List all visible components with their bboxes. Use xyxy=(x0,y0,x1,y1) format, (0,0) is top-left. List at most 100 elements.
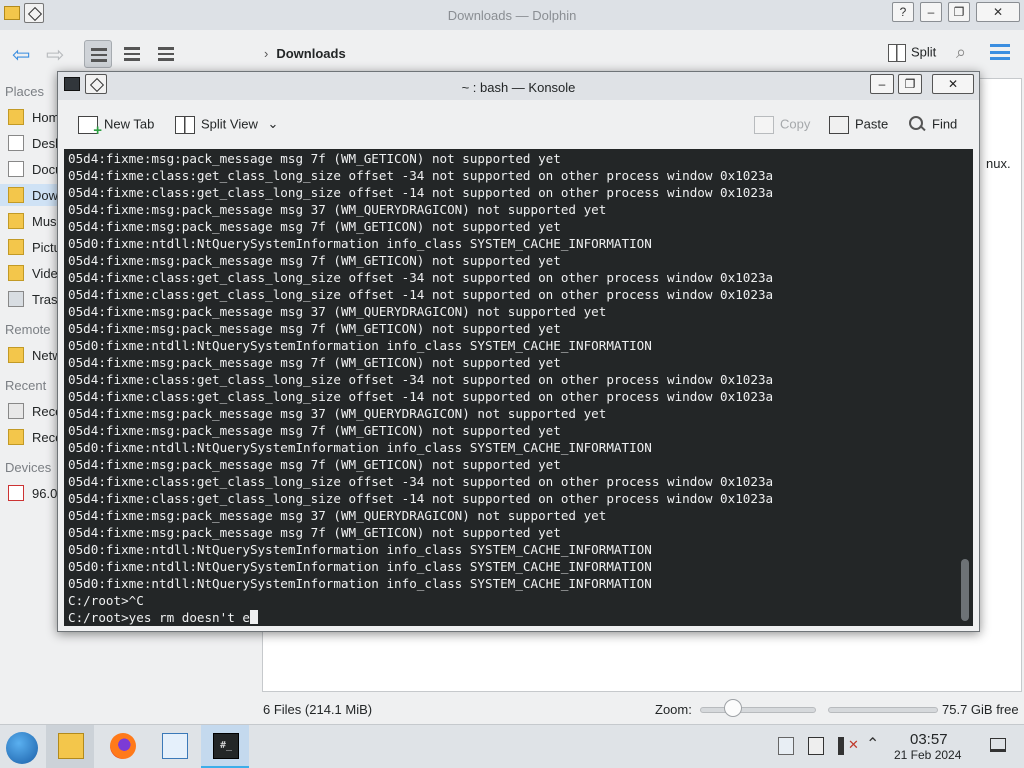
notes-icon[interactable] xyxy=(808,737,824,755)
terminal-line: 05d4:fixme:msg:pack_message msg 7f (WM_G… xyxy=(68,355,561,370)
terminal-line: 05d0:fixme:ntdll:NtQuerySystemInformatio… xyxy=(68,338,652,353)
terminal-scrollbar[interactable] xyxy=(960,153,970,623)
split-view-button[interactable]: Split View ⌄ xyxy=(175,116,278,134)
konsole-window-title: ~ : bash — Konsole xyxy=(461,80,576,95)
new-tab-icon xyxy=(78,116,102,139)
details-view-button[interactable] xyxy=(152,40,180,68)
terminal-prompt-text: C:/root>yes rm doesn't e xyxy=(68,610,250,625)
recent-locations-icon xyxy=(8,429,24,445)
minimize-button[interactable]: – xyxy=(920,2,942,22)
terminal-line: 05d4:fixme:msg:pack_message msg 7f (WM_G… xyxy=(68,457,561,472)
terminal-line: 05d4:fixme:class:get_class_long_size off… xyxy=(68,389,774,404)
places-item-documents[interactable]: Docu xyxy=(0,158,62,180)
split-label: Split xyxy=(911,44,937,60)
terminal-line: 05d4:fixme:class:get_class_long_size off… xyxy=(68,491,774,506)
file-view-text: nux. xyxy=(986,156,1011,171)
taskbar-konsole[interactable]: #_ xyxy=(201,725,249,768)
terminal-output[interactable]: 05d4:fixme:msg:pack_message msg 7f (WM_G… xyxy=(64,149,973,626)
places-item-music[interactable]: Musi xyxy=(0,210,60,232)
status-text: 6 Files (214.1 MiB) xyxy=(263,702,373,717)
close-button[interactable]: ✕ xyxy=(976,2,1020,22)
recent-header: Recent xyxy=(5,378,47,393)
terminal-cursor xyxy=(249,610,258,624)
clock-date[interactable]: 21 Feb 2024 xyxy=(894,748,961,762)
minimize-button[interactable]: – xyxy=(870,74,894,94)
terminal-line: 05d4:fixme:msg:pack_message msg 37 (WM_Q… xyxy=(68,508,607,523)
show-desktop-icon[interactable] xyxy=(990,738,1006,752)
terminal-line: 05d0:fixme:ntdll:NtQuerySystemInformatio… xyxy=(68,440,652,455)
places-item-videos[interactable]: Vide xyxy=(0,262,60,284)
dolphin-window-title: Downloads — Dolphin xyxy=(447,8,577,23)
terminal-line: 05d4:fixme:class:get_class_long_size off… xyxy=(68,270,774,285)
new-tab-button[interactable]: New Tab xyxy=(78,116,154,139)
terminal-prompt-line: C:/root>yes rm doesn't e xyxy=(68,609,948,626)
remote-header: Remote xyxy=(5,322,51,337)
breadcrumb-downloads[interactable]: Downloads xyxy=(276,46,345,61)
terminal-line: 05d4:fixme:class:get_class_long_size off… xyxy=(68,185,774,200)
places-item-pictures[interactable]: Pictu xyxy=(0,236,61,258)
terminal-line: 05d4:fixme:class:get_class_long_size off… xyxy=(68,474,774,489)
places-item-home[interactable]: Hom xyxy=(0,106,60,128)
downloads-folder-icon xyxy=(8,187,24,203)
terminal-lines: 05d4:fixme:msg:pack_message msg 7f (WM_G… xyxy=(68,150,948,626)
close-button[interactable]: ✕ xyxy=(932,74,974,94)
places-panel: Places Hom Desk Docu Dow Musi Pictu Vide… xyxy=(0,78,62,718)
terminal-line: 05d4:fixme:msg:pack_message msg 37 (WM_Q… xyxy=(68,202,607,217)
split-view-icon xyxy=(175,116,195,134)
taskbar-system-settings[interactable] xyxy=(150,725,198,768)
places-item-network[interactable]: Netw xyxy=(0,344,62,366)
search-icon xyxy=(908,116,926,134)
chevron-up-icon[interactable]: ⌃ xyxy=(866,737,882,755)
terminal-line: 05d4:fixme:class:get_class_long_size off… xyxy=(68,287,774,302)
icons-view-button[interactable] xyxy=(84,40,112,68)
back-arrow-icon[interactable]: ⇦ xyxy=(12,42,30,68)
search-icon[interactable]: ⌕ xyxy=(956,42,966,63)
terminal-line: 05d4:fixme:msg:pack_message msg 37 (WM_Q… xyxy=(68,406,607,421)
paste-button[interactable]: Paste xyxy=(829,116,888,134)
places-item-recent-locations[interactable]: Rece xyxy=(0,426,62,448)
application-launcher-button[interactable] xyxy=(6,732,38,764)
places-item-downloads[interactable]: Dow xyxy=(0,184,60,206)
home-folder-icon xyxy=(8,109,24,125)
konsole-toolbar: New Tab Split View ⌄ Copy Paste Find xyxy=(58,102,979,148)
hamburger-menu-icon[interactable] xyxy=(990,44,1010,60)
settings-icon xyxy=(162,733,188,759)
breadcrumb[interactable]: › Downloads xyxy=(264,46,346,61)
terminal-line: 05d4:fixme:class:get_class_long_size off… xyxy=(68,168,774,183)
maximize-button[interactable]: ❐ xyxy=(898,74,922,94)
zoom-slider[interactable] xyxy=(700,707,816,713)
volume-muted-icon[interactable]: ✕ xyxy=(838,737,859,755)
free-space-bar xyxy=(828,707,938,713)
copy-icon xyxy=(754,116,774,134)
taskbar-firefox[interactable] xyxy=(98,725,146,768)
split-button[interactable]: Split xyxy=(888,44,936,62)
recent-files-icon xyxy=(8,403,24,419)
forward-arrow-icon[interactable]: ⇨ xyxy=(46,42,64,68)
dolphin-toolbar: ⇦ ⇨ › Downloads Split ⌕ xyxy=(0,32,1024,76)
dolphin-titlebar[interactable]: Downloads — Dolphin ? – ❐ ✕ xyxy=(0,0,1024,30)
documents-icon xyxy=(8,161,24,177)
terminal-line: 05d0:fixme:ntdll:NtQuerySystemInformatio… xyxy=(68,559,652,574)
free-space-text: 75.7 GiB free xyxy=(942,702,1019,717)
places-item-device[interactable]: 96.0 xyxy=(0,482,60,504)
clock-time[interactable]: 03:57 xyxy=(910,731,948,748)
compact-view-button[interactable] xyxy=(118,40,146,68)
places-item-recent-files[interactable]: Rece xyxy=(0,400,62,422)
help-button[interactable]: ? xyxy=(892,2,914,22)
terminal-line: 05d4:fixme:msg:pack_message msg 7f (WM_G… xyxy=(68,321,561,336)
terminal-line: 05d4:fixme:msg:pack_message msg 37 (WM_Q… xyxy=(68,304,607,319)
terminal-scrollbar-thumb[interactable] xyxy=(961,559,969,621)
find-button[interactable]: Find xyxy=(908,116,957,134)
copy-button[interactable]: Copy xyxy=(754,116,810,134)
chevron-right-icon: › xyxy=(264,46,269,61)
trash-icon xyxy=(8,291,24,307)
taskbar-dolphin[interactable] xyxy=(46,725,94,768)
places-item-desktop[interactable]: Desk xyxy=(0,132,62,154)
konsole-titlebar[interactable]: ~ : bash — Konsole – ❐ ✕ xyxy=(58,72,979,100)
clipboard-icon[interactable] xyxy=(778,737,794,755)
zoom-slider-handle[interactable] xyxy=(724,699,742,717)
maximize-button[interactable]: ❐ xyxy=(948,2,970,22)
terminal-line: 05d4:fixme:msg:pack_message msg 7f (WM_G… xyxy=(68,151,561,166)
places-item-trash[interactable]: Tras xyxy=(0,288,60,310)
konsole-window: ~ : bash — Konsole – ❐ ✕ New Tab Split V… xyxy=(57,71,980,632)
